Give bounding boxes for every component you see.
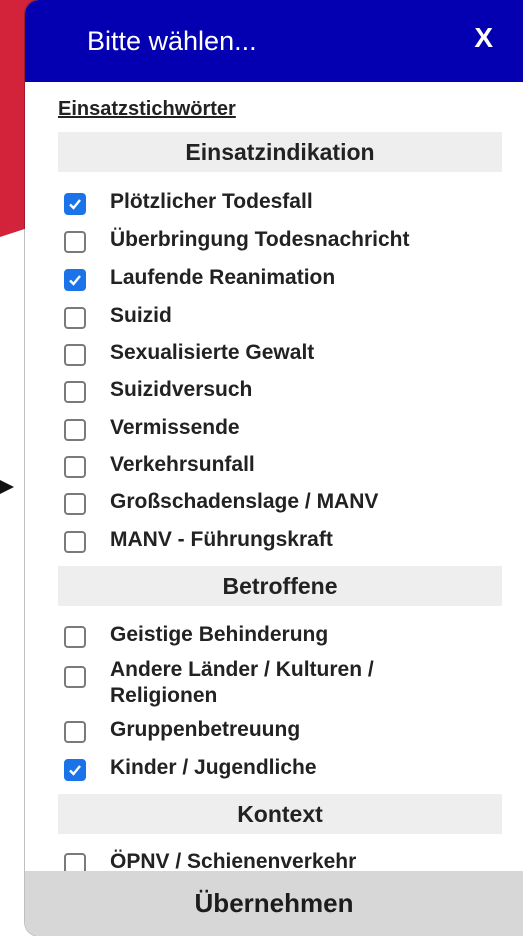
checkbox-checked-icon[interactable] (64, 759, 86, 781)
checkbox-label: Geistige Behinderung (110, 623, 329, 646)
checkbox-label: Vermissende (110, 416, 240, 439)
checkbox-checked-icon[interactable] (64, 193, 86, 215)
checkbox-label: Suizid (110, 304, 172, 327)
checkbox-item[interactable]: Gruppenbetreuung (64, 718, 494, 743)
dialog-header: Bitte wählen... X (25, 0, 523, 82)
checkbox-unchecked-icon[interactable] (64, 307, 86, 329)
checkbox-label: Suizidversuch (110, 378, 253, 401)
checkbox-item[interactable]: Plötzlicher Todesfall (64, 190, 494, 215)
checkbox-label: Überbringung Todesnachricht (110, 228, 410, 251)
checkbox-unchecked-icon[interactable] (64, 344, 86, 366)
checkbox-label: Kinder / Jugendliche (110, 756, 317, 779)
dialog-title: Bitte wählen... (87, 25, 257, 56)
checkbox-checked-icon[interactable] (64, 269, 86, 291)
checkbox-unchecked-icon[interactable] (64, 626, 86, 648)
section-header-betroffene: Betroffene (58, 566, 502, 606)
checkbox-label: Laufende Reanimation (110, 266, 336, 289)
selection-dialog: Bitte wählen... X Einsatzstichwörter Ein… (25, 0, 523, 936)
checkbox-label: Plötzlicher Todesfall (110, 190, 313, 213)
section-header-einsatzindikation: Einsatzindikation (58, 132, 502, 172)
checkbox-unchecked-icon[interactable] (64, 419, 86, 441)
checkbox-item[interactable]: Überbringung Todesnachricht (64, 228, 494, 253)
checkbox-unchecked-icon[interactable] (64, 381, 86, 403)
dialog-body[interactable]: Einsatzstichwörter Einsatzindikation Plö… (25, 82, 523, 876)
checkbox-item[interactable]: Großschadenslage / MANV (64, 490, 494, 515)
checkbox-item[interactable]: Suizidversuch (64, 378, 494, 403)
apply-button[interactable]: Übernehmen (25, 871, 523, 936)
checkbox-item[interactable]: Andere Länder / Kulturen / Religionen (64, 658, 494, 709)
checkbox-unchecked-icon[interactable] (64, 493, 86, 515)
checkbox-item[interactable]: Geistige Behinderung (64, 623, 494, 648)
checkbox-item[interactable]: MANV - Führungskraft (64, 528, 494, 553)
checkbox-item[interactable]: Suizid (64, 304, 494, 329)
checkbox-unchecked-icon[interactable] (64, 231, 86, 253)
checkbox-unchecked-icon[interactable] (64, 721, 86, 743)
background-arrow-icon (0, 480, 14, 494)
checkbox-label: Großschadenslage / MANV (110, 490, 379, 513)
checkbox-label: Andere Länder / Kulturen / Religionen (110, 658, 374, 707)
checkbox-label: Sexualisierte Gewalt (110, 341, 315, 364)
checkbox-label: Gruppenbetreuung (110, 718, 301, 741)
checkbox-item[interactable]: Sexualisierte Gewalt (64, 341, 494, 366)
checkbox-unchecked-icon[interactable] (64, 666, 86, 688)
close-button[interactable]: X (474, 22, 493, 54)
checkbox-item[interactable]: Verkehrsunfall (64, 453, 494, 478)
checkbox-unchecked-icon[interactable] (64, 456, 86, 478)
checkbox-item[interactable]: Vermissende (64, 416, 494, 441)
list-title: Einsatzstichwörter (58, 98, 236, 120)
checkbox-unchecked-icon[interactable] (64, 531, 86, 553)
checkbox-label: MANV - Führungskraft (110, 528, 333, 551)
checkbox-item[interactable]: Kinder / Jugendliche (64, 756, 494, 781)
section-header-kontext: Kontext (58, 794, 502, 834)
checkbox-item[interactable]: Laufende Reanimation (64, 266, 494, 291)
checkbox-label: Verkehrsunfall (110, 453, 255, 476)
